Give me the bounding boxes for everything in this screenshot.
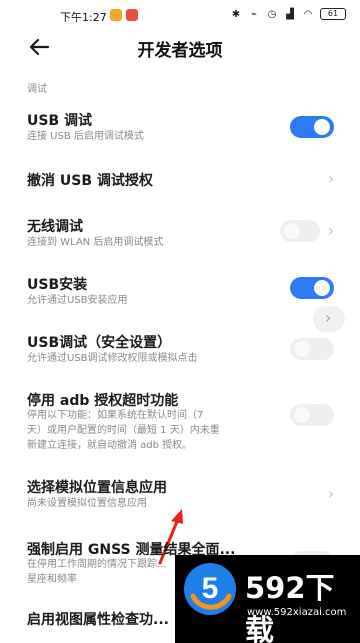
alarm-icon: ◷ <box>267 8 277 20</box>
setting-revoke-usb-auth[interactable]: 撤消 USB 调试授权 › <box>0 166 360 196</box>
setting-title: USB调试（安全设置） <box>27 335 172 351</box>
usb-security-toggle[interactable] <box>290 338 334 360</box>
setting-disable-adb-timeout[interactable]: 停用 adb 授权超时功能 停用以下功能：如果系统在默认时间（7 天）或用户配置… <box>0 388 360 458</box>
vibrate-icon: ⌁ <box>250 8 258 20</box>
setting-title: 停用 adb 授权超时功能 <box>27 393 179 409</box>
setting-title: 选择模拟位置信息应用 <box>27 480 167 496</box>
toggle-knob <box>294 341 310 357</box>
setting-usb-debugging-security[interactable]: USB调试（安全设置） 允许通过USB调试修改权限或模拟点击 <box>0 330 360 370</box>
setting-subtitle: 连接到 WLAN 后启用调试模式 <box>27 237 164 248</box>
top-app-bar: 开发者选项 <box>0 30 360 64</box>
chevron-right-icon: › <box>327 169 335 188</box>
setting-wireless-debugging[interactable]: 无线调试 连接到 WLAN 后启用调试模式 › <box>0 214 360 254</box>
chevron-right-icon: › <box>327 221 335 240</box>
watermark-logo-digit: 5 <box>202 572 219 605</box>
usb-install-toggle[interactable] <box>290 277 334 299</box>
watermark-logo-icon: 5 <box>184 563 236 615</box>
usb-debugging-toggle[interactable] <box>290 116 334 138</box>
setting-usb-debugging[interactable]: USB 调试 连接 USB 后启用调试模式 <box>0 108 360 148</box>
setting-subtitle: 停用以下功能：如果系统在默认时间（7 天）或用户配置的时间（最短 1 天）内未重… <box>27 408 277 453</box>
setting-title: 无线调试 <box>27 219 83 235</box>
toggle-knob <box>314 119 330 135</box>
battery-icon: 61 <box>320 8 346 20</box>
watermark-url: www.592xiazai.com <box>247 607 347 618</box>
side-expand-handle[interactable] <box>313 306 345 332</box>
status-icons: ✱ ⌁ ◷ ▟ ◠ 61 <box>230 8 346 20</box>
toggle-knob <box>284 223 300 239</box>
toggle-knob <box>294 407 310 423</box>
watermark: 5 592下载 www.592xiazai.com <box>175 555 360 643</box>
status-bar: 下午1:27 ✱ ⌁ ◷ ▟ ◠ 61 <box>0 0 360 30</box>
setting-title: USB 调试 <box>27 113 92 129</box>
subtitle-line: 停用以下功能：如果系统在默认时间（7 <box>27 410 204 421</box>
subtitle-line: 天）或用户配置的时间（最短 1 天）内未重 <box>27 425 220 436</box>
status-time: 下午1:27 <box>60 11 107 24</box>
setting-usb-install[interactable]: USB安装 允许通过USB安装应用 <box>0 272 360 312</box>
watermark-brand: 592下载 <box>245 571 335 643</box>
adb-timeout-toggle[interactable] <box>290 404 334 426</box>
setting-title: 撤消 USB 调试授权 <box>27 173 153 189</box>
setting-subtitle: 允许通过USB安装应用 <box>27 295 128 306</box>
bluetooth-icon: ✱ <box>231 8 241 20</box>
section-header-debug: 调试 <box>27 84 47 95</box>
chevron-right-icon: › <box>327 484 335 503</box>
setting-title: USB安装 <box>27 277 88 293</box>
setting-subtitle: 连接 USB 后启用调试模式 <box>27 131 144 142</box>
wifi-icon: ◠ <box>303 8 313 20</box>
wireless-debugging-toggle[interactable] <box>280 220 320 242</box>
setting-title: 启用视图属性检查功... <box>27 612 169 628</box>
toggle-knob <box>314 280 330 296</box>
signal-icon: ▟ <box>286 8 294 20</box>
notification-app-icon-2 <box>126 9 138 21</box>
subtitle-line: 新建立连接，就自动撤消 adb 授权。 <box>27 440 193 451</box>
page-title: 开发者选项 <box>137 41 223 61</box>
notification-app-icon <box>110 9 122 21</box>
setting-subtitle: 允许通过USB调试修改权限或模拟点击 <box>27 353 198 364</box>
